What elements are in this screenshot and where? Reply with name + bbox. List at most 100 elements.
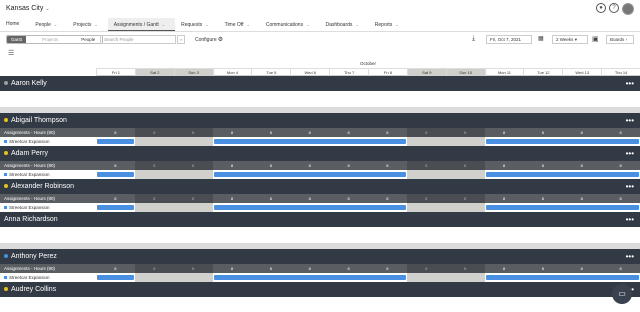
boards-select[interactable]: Boards ›: [606, 35, 634, 44]
days-header: Fri 1 Sat 2 Sun 3 Mon 4 Tue 5 Wed 6 Thu 7 Fri 8…: [96, 68, 640, 76]
nav-item[interactable]: Assignments / Gantt ⌄: [107, 18, 176, 31]
more-options-icon[interactable]: •••: [626, 249, 634, 264]
person-name: Alexander Robinson: [11, 183, 75, 190]
hours-cell: 8: [541, 196, 544, 201]
nav-item[interactable]: Dashboards ⌄: [319, 18, 368, 31]
more-options-icon[interactable]: •••: [626, 146, 634, 161]
more-options-icon[interactable]: •••: [626, 76, 634, 91]
nav-item[interactable]: Communications ⌄: [260, 18, 320, 31]
project-name[interactable]: Streetcar Expansion: [9, 275, 50, 280]
hours-cell: 8: [580, 163, 583, 168]
assignment-bar[interactable]: [213, 205, 406, 210]
assignment-bar[interactable]: [97, 275, 134, 280]
avatar[interactable]: [622, 3, 634, 15]
assignment-bar[interactable]: [97, 172, 134, 177]
assignment-bar[interactable]: [213, 172, 406, 177]
hours-cell: 8: [308, 163, 311, 168]
nav-item[interactable]: Home: [0, 18, 29, 31]
weekend-cell: [406, 170, 446, 179]
filter-icon[interactable]: ☰: [8, 49, 14, 57]
assignment-bar[interactable]: [97, 205, 134, 210]
nav-item-label: Time Off: [224, 22, 244, 28]
hours-cell: 8: [230, 163, 234, 168]
company-selector[interactable]: Kansas City ⌄: [6, 5, 50, 12]
hours-cell: 8: [114, 163, 117, 168]
day-header: Mon 4: [212, 69, 252, 76]
hours-cell: 0: [134, 161, 174, 170]
view-toggle: Gantt Projects People: [6, 35, 104, 44]
project-name[interactable]: Streetcar Expansion: [9, 139, 50, 144]
date-field[interactable]: Fri, Oct 7, 2021: [486, 35, 532, 44]
configure-label: Configure: [195, 37, 217, 43]
weekend-cell: [173, 137, 213, 146]
person-row[interactable]: Abigail Thompson •••: [0, 113, 640, 128]
person-row[interactable]: Alexander Robinson •••: [0, 179, 640, 194]
hours-row: Assignments - Hours (80) 8 0 0 8 8 8 8 8 0 0 8 8 8 8: [0, 264, 640, 273]
person-row[interactable]: Adam Perry •••: [0, 146, 640, 161]
hours-cell: 0: [445, 194, 485, 203]
assignment-bar[interactable]: [97, 139, 134, 144]
assignment-bar[interactable]: [213, 275, 406, 280]
weekend-cell: [406, 203, 446, 212]
status-dot: [4, 184, 8, 189]
chevron-down-icon: ⌄: [94, 22, 98, 27]
assignment-bar[interactable]: [485, 172, 639, 177]
more-options-icon[interactable]: •••: [626, 113, 634, 128]
search-input[interactable]: Search People: [100, 35, 176, 44]
day-header: Sun 10: [445, 69, 485, 76]
save-icon[interactable]: ▣: [592, 35, 599, 43]
range-label: 2 Weeks: [556, 37, 574, 42]
hours-cell: 8: [347, 130, 350, 135]
project-name[interactable]: Streetcar Expansion: [9, 172, 50, 177]
assignment-bar[interactable]: [485, 205, 639, 210]
toggle-gantt[interactable]: Gantt: [7, 36, 27, 43]
hours-cell: 8: [541, 130, 544, 135]
more-options-icon[interactable]: •••: [626, 212, 634, 227]
nav-item[interactable]: Time Off ⌄: [219, 18, 260, 31]
person-row[interactable]: Aaron Kelly •••: [0, 76, 640, 91]
nav-item[interactable]: Projects ⌄: [67, 18, 107, 31]
assignment-bar[interactable]: [213, 139, 406, 144]
help-icon[interactable]: ?: [609, 3, 619, 13]
chevron-down-icon: ⌄: [246, 22, 250, 27]
person-row[interactable]: Anthony Perez •••: [0, 249, 640, 264]
configure-button[interactable]: Configure⚙: [195, 36, 223, 43]
calendar-icon[interactable]: ▦: [538, 35, 544, 42]
project-name[interactable]: Streetcar Expansion: [9, 205, 50, 210]
person-row[interactable]: Audrey Collins•••: [0, 282, 640, 297]
person-row[interactable]: Anna Richardson •••: [0, 212, 640, 227]
nav-item[interactable]: Requests ⌄: [175, 18, 218, 31]
hours-cell: 8: [114, 266, 117, 271]
nav-item[interactable]: People ⌄: [29, 18, 67, 31]
project-row: Streetcar Expansion: [0, 203, 640, 212]
hours-cell: 8: [347, 266, 350, 271]
hours-cell: 8: [308, 266, 311, 271]
download-icon[interactable]: ⤓: [472, 35, 475, 43]
toggle-projects[interactable]: Projects: [26, 36, 74, 43]
hours-cell: 0: [173, 264, 213, 273]
hours-cell: 8: [386, 196, 389, 201]
weekend-cell: [134, 203, 174, 212]
hours-cell: 0: [406, 128, 446, 137]
weekend-cell: [173, 203, 213, 212]
nav-item-label: Dashboards: [325, 22, 353, 28]
chat-icon[interactable]: ▭: [612, 284, 632, 304]
day-header: Sat 9: [406, 69, 446, 76]
hours-cell: 0: [406, 264, 446, 273]
day-header: Wed 13: [562, 69, 601, 76]
nav-item[interactable]: Reports ⌄: [369, 18, 409, 31]
search-icon[interactable]: ⌕: [177, 35, 185, 44]
person-name: Aaron Kelly: [11, 80, 47, 87]
more-options-icon[interactable]: •••: [626, 179, 634, 194]
toggle-people[interactable]: People: [74, 36, 102, 43]
assignment-bar[interactable]: [485, 139, 639, 144]
gear-icon: ⚙: [217, 37, 224, 43]
assignment-bar[interactable]: [485, 275, 639, 280]
notifications-icon[interactable]: ●: [596, 3, 606, 13]
hours-cell: 8: [386, 130, 389, 135]
weekend-cell: [134, 137, 174, 146]
nav-item-label: Communications: [265, 22, 304, 28]
range-select[interactable]: 2 Weeks ▾: [552, 35, 588, 44]
chevron-down-icon: ⌄: [395, 22, 399, 27]
weekend-cell: [445, 137, 485, 146]
